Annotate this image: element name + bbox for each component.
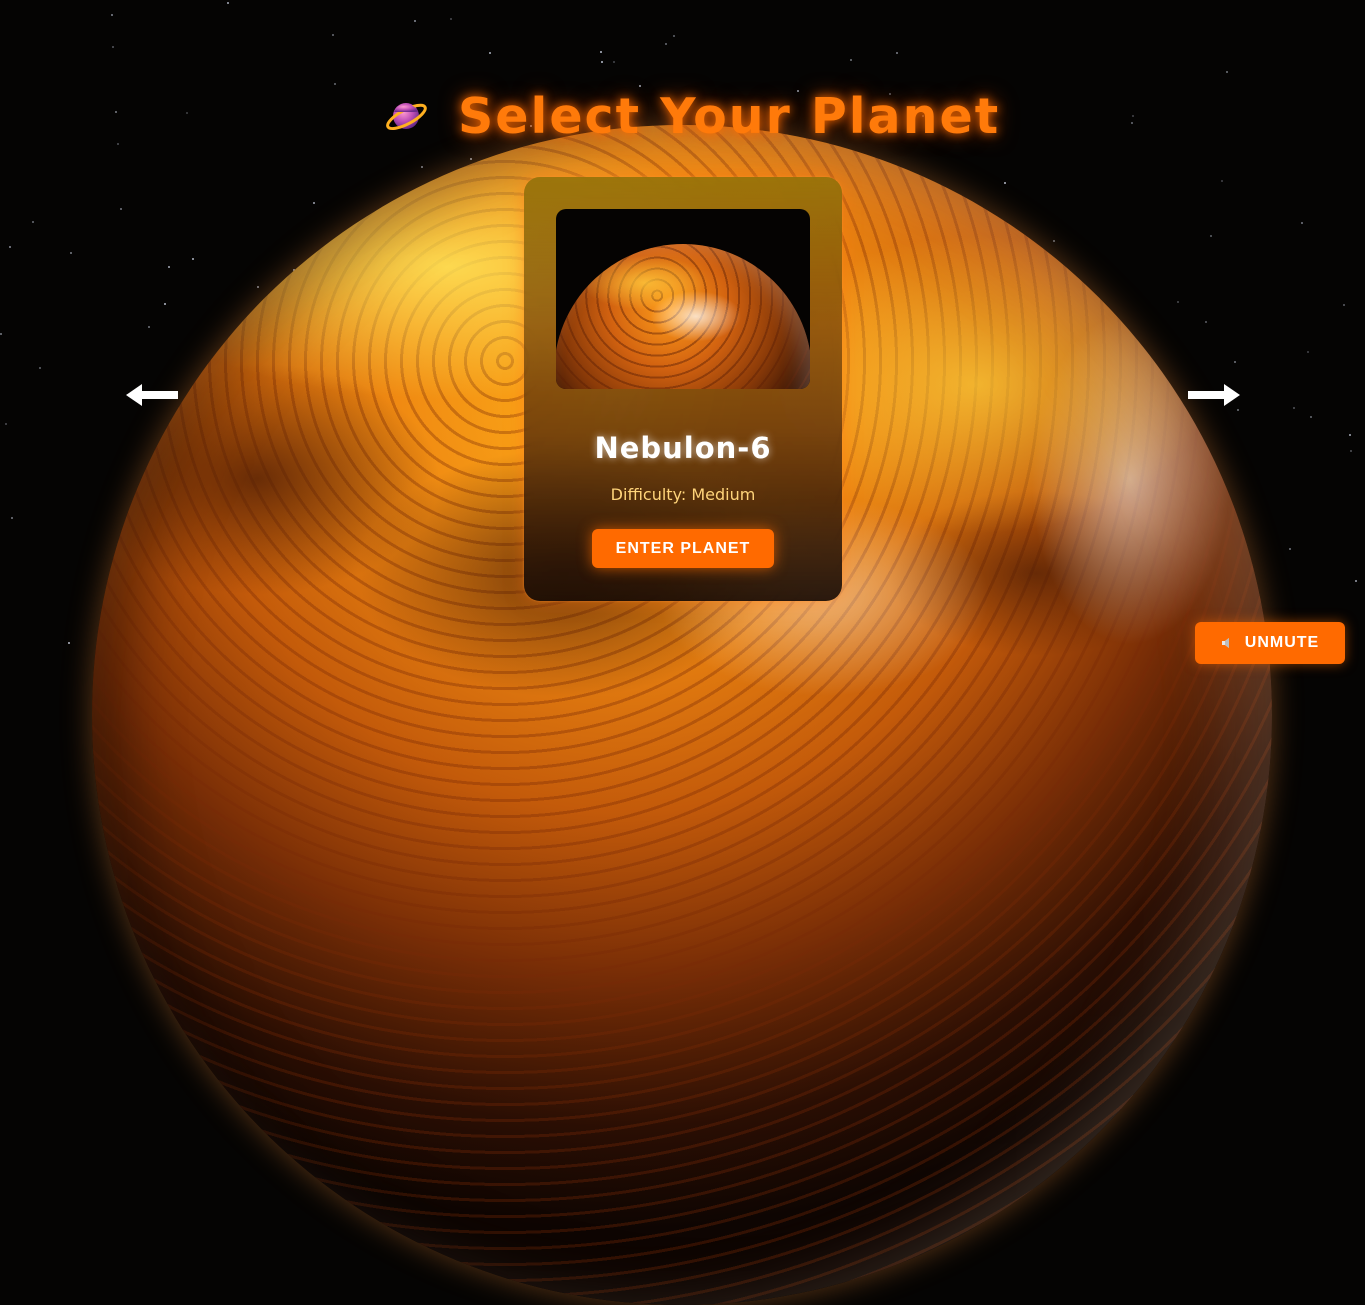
- star: [421, 166, 423, 168]
- star: [665, 43, 667, 45]
- star: [1205, 321, 1207, 323]
- star: [257, 286, 259, 288]
- star: [111, 14, 113, 16]
- star: [164, 303, 166, 305]
- star: [227, 2, 229, 4]
- planet-name: Nebulon-6: [594, 431, 772, 465]
- star: [334, 83, 336, 85]
- star: [489, 52, 491, 54]
- speaker-icon: [1221, 638, 1229, 648]
- page-title: Select Your Planet: [384, 86, 1000, 146]
- star: [450, 18, 452, 20]
- star: [115, 111, 117, 113]
- star: [1349, 434, 1351, 436]
- star: [1355, 580, 1357, 582]
- star: [120, 208, 122, 210]
- star: [600, 51, 602, 53]
- star: [192, 258, 194, 260]
- prev-planet-button[interactable]: [124, 381, 180, 409]
- star: [470, 158, 472, 160]
- star: [1177, 301, 1179, 303]
- ringed-planet-icon: [384, 94, 428, 138]
- star: [9, 246, 11, 248]
- star: [1301, 222, 1303, 224]
- star: [1226, 71, 1228, 73]
- planet-card: Nebulon-6 Difficulty: Medium ENTER PLANE…: [524, 177, 842, 601]
- star: [414, 20, 416, 22]
- star: [11, 517, 13, 519]
- star: [0, 333, 2, 335]
- star: [1343, 304, 1345, 306]
- star: [1131, 122, 1133, 124]
- star: [601, 61, 603, 63]
- star: [5, 423, 7, 425]
- star: [1237, 409, 1239, 411]
- star: [1350, 450, 1352, 452]
- star: [148, 326, 150, 328]
- star: [673, 35, 675, 37]
- star: [1132, 115, 1134, 117]
- next-planet-button[interactable]: [1186, 381, 1242, 409]
- planet-preview: [556, 244, 810, 389]
- star: [1004, 182, 1006, 184]
- star: [68, 642, 70, 644]
- enter-planet-button[interactable]: ENTER PLANET: [592, 529, 774, 568]
- star: [613, 61, 615, 63]
- star: [1221, 180, 1223, 182]
- star: [32, 221, 34, 223]
- star: [1310, 416, 1312, 418]
- star: [1289, 548, 1291, 550]
- star: [1234, 361, 1236, 363]
- star: [313, 202, 315, 204]
- star: [896, 52, 898, 54]
- star: [1053, 240, 1055, 242]
- title-text: Select Your Planet: [458, 87, 1001, 145]
- star: [39, 367, 41, 369]
- star: [1293, 407, 1295, 409]
- arrow-right-icon: [1188, 384, 1240, 406]
- star: [332, 34, 334, 36]
- star: [112, 46, 114, 48]
- star: [117, 143, 119, 145]
- star: [70, 252, 72, 254]
- star: [168, 266, 170, 268]
- arrow-left-icon: [126, 384, 178, 406]
- star: [850, 59, 852, 61]
- star: [1307, 351, 1309, 353]
- planet-preview-image: [556, 209, 810, 389]
- star: [1210, 235, 1212, 237]
- unmute-label: UNMUTE: [1244, 634, 1320, 651]
- unmute-button[interactable]: UNMUTE: [1195, 622, 1345, 664]
- planet-difficulty: Difficulty: Medium: [610, 485, 756, 504]
- star: [186, 112, 188, 114]
